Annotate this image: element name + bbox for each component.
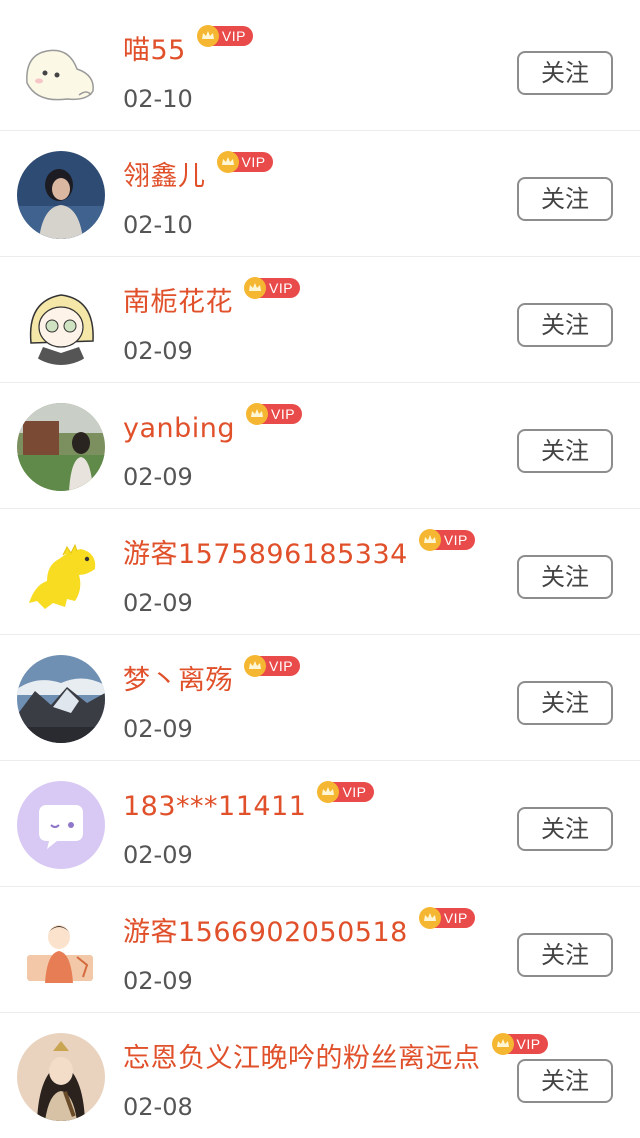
follow-button[interactable]: 关注 — [517, 177, 613, 221]
user-name[interactable]: 梦丶离殇 — [123, 661, 233, 701]
purple-chat-bubble-avatar[interactable] — [17, 781, 105, 869]
list-item[interactable]: yanbing VIP 02-09 关注 — [0, 383, 640, 509]
cartoon-seal-avatar[interactable] — [17, 25, 105, 113]
outdoor-photo-avatar[interactable] — [17, 403, 105, 491]
vip-badge: VIP — [316, 781, 374, 803]
follow-date: 02-10 — [123, 85, 193, 113]
follow-date: 02-09 — [123, 841, 193, 869]
follow-date: 02-09 — [123, 463, 193, 491]
crown-icon — [196, 25, 219, 47]
user-name[interactable]: 游客1566902050518 — [123, 913, 408, 953]
woman-portrait-avatar[interactable] — [17, 151, 105, 239]
list-item[interactable]: 喵55 VIP 02-10 关注 — [0, 5, 640, 131]
crown-icon — [418, 529, 441, 551]
vip-badge: VIP — [491, 1033, 548, 1055]
follow-date: 02-10 — [123, 211, 193, 239]
list-item[interactable]: 忘恩负义江晚吟的粉丝离远点 VIP 02-08 关注 — [0, 1013, 640, 1138]
follow-button[interactable]: 关注 — [517, 933, 613, 977]
crown-icon — [246, 403, 269, 425]
list-item[interactable]: 183***11411 VIP 02-09 关注 — [0, 761, 640, 887]
vip-badge: VIP — [243, 655, 301, 677]
user-name[interactable]: 喵55 — [123, 31, 186, 71]
follow-button[interactable]: 关注 — [517, 681, 613, 725]
vip-badge: VIP — [243, 277, 301, 299]
cartoon-boy-avatar[interactable] — [17, 907, 105, 995]
crown-icon — [244, 655, 266, 677]
list-item[interactable]: 游客1575896185334 VIP 02-09 关注 — [0, 509, 640, 635]
crown-icon — [317, 781, 340, 803]
follower-list: 喵55 VIP 02-10 关注 翎鑫儿 VIP 02-10 关注 南栀花花 V… — [0, 0, 640, 1138]
user-name[interactable]: 翎鑫儿 — [123, 157, 206, 197]
list-item[interactable]: 南栀花花 VIP 02-09 关注 — [0, 257, 640, 383]
list-item[interactable]: 游客1566902050518 VIP 02-09 关注 — [0, 887, 640, 1013]
list-item[interactable]: 翎鑫儿 VIP 02-10 关注 — [0, 131, 640, 257]
user-name[interactable]: 忘恩负义江晚吟的粉丝离远点 — [123, 1039, 481, 1079]
user-name[interactable]: yanbing — [123, 409, 235, 449]
follow-button[interactable]: 关注 — [517, 303, 613, 347]
yellow-dinosaur-avatar[interactable] — [17, 529, 105, 617]
follow-date: 02-08 — [123, 1093, 193, 1121]
ancient-costume-avatar[interactable] — [17, 1033, 105, 1121]
follow-button[interactable]: 关注 — [517, 555, 613, 599]
follow-button[interactable]: 关注 — [517, 429, 613, 473]
user-name[interactable]: 183***11411 — [123, 787, 306, 827]
user-name[interactable]: 游客1575896185334 — [123, 535, 408, 575]
follow-button[interactable]: 关注 — [517, 1059, 613, 1103]
follow-date: 02-09 — [123, 967, 193, 995]
crown-icon — [216, 151, 239, 173]
follow-button[interactable]: 关注 — [517, 51, 613, 95]
vip-badge: VIP — [196, 25, 253, 47]
crown-icon — [418, 907, 441, 929]
follow-date: 02-09 — [123, 589, 193, 617]
mountain-landscape-avatar[interactable] — [17, 655, 105, 743]
list-item[interactable]: 梦丶离殇 VIP 02-09 关注 — [0, 635, 640, 761]
vip-badge: VIP — [245, 403, 303, 425]
vip-badge: VIP — [216, 151, 273, 173]
crown-icon — [244, 277, 266, 299]
follow-date: 02-09 — [123, 337, 193, 365]
follow-button[interactable]: 关注 — [517, 807, 613, 851]
follow-date: 02-09 — [123, 715, 193, 743]
vip-badge: VIP — [418, 907, 475, 929]
anime-girl-avatar[interactable] — [17, 277, 105, 365]
vip-badge: VIP — [418, 529, 475, 551]
user-name[interactable]: 南栀花花 — [123, 283, 233, 323]
crown-icon — [491, 1033, 514, 1055]
